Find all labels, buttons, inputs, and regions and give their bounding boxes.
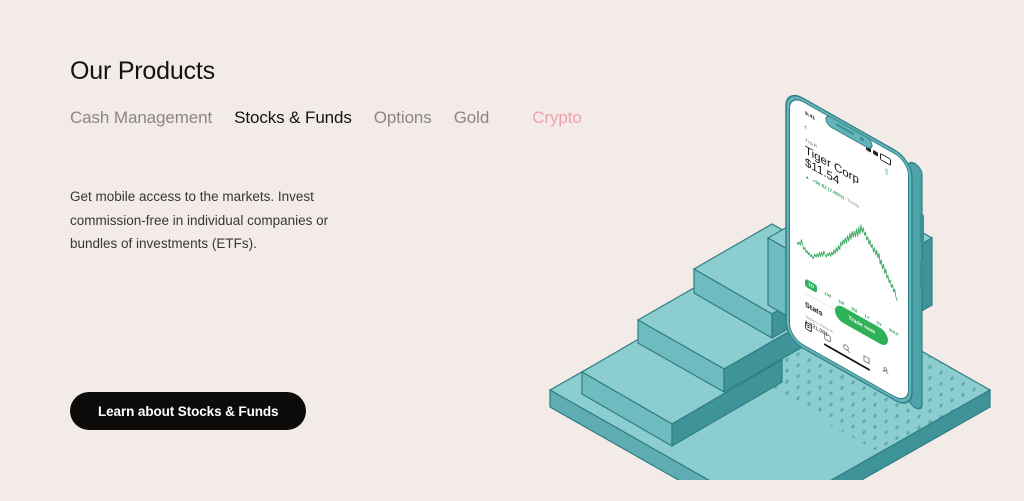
chevron-left-icon[interactable]: ‹ <box>804 120 807 132</box>
tab-stocks-and-funds[interactable]: Stocks & Funds <box>234 108 352 128</box>
range-option-selected[interactable]: 1D <box>805 277 818 294</box>
product-section: Our Products Cash Management Stocks & Fu… <box>0 0 1024 501</box>
caret-up-icon: ▲ <box>805 172 810 181</box>
stocks-illustration: 9:41 ‹ ⇪ TIGR Tiger Corp $11.54 ▲ +$0.82… <box>520 80 1020 480</box>
learn-about-stocks-and-funds-button[interactable]: Learn about Stocks & Funds <box>70 392 307 430</box>
tab-cash-management[interactable]: Cash Management <box>70 108 212 128</box>
range-option[interactable]: MAX <box>889 327 899 338</box>
tab-gold[interactable]: Gold <box>454 108 490 128</box>
left-content: Our Products Cash Management Stocks & Fu… <box>70 56 582 269</box>
product-description: Get mobile access to the markets. Invest… <box>70 189 329 252</box>
product-tabs: Cash Management Stocks & Funds Options G… <box>70 108 582 129</box>
range-option[interactable]: 1W <box>824 291 831 300</box>
tab-options[interactable]: Options <box>374 108 432 128</box>
page-title: Our Products <box>70 57 215 85</box>
